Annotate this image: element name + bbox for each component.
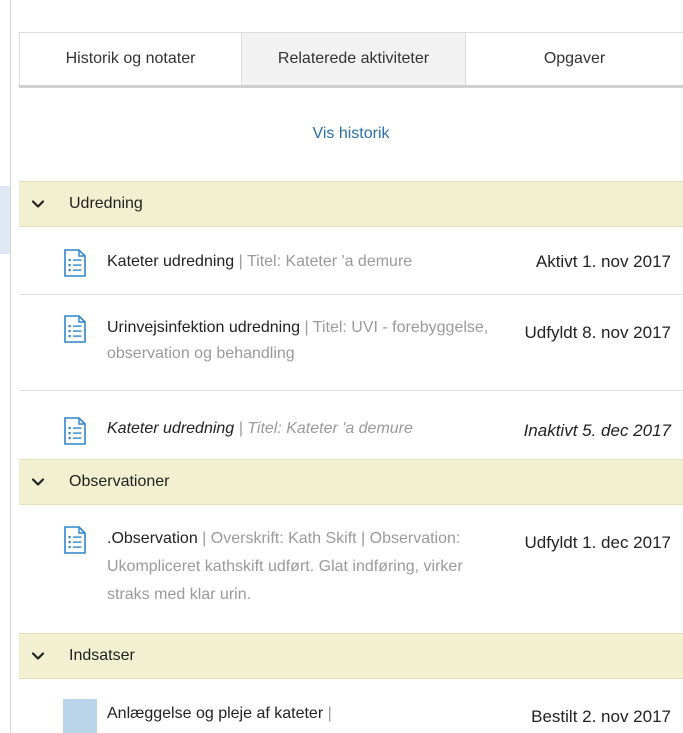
document-icon xyxy=(64,249,86,277)
tab-historik-og-notater[interactable]: Historik og notater xyxy=(19,33,241,85)
activity-row[interactable]: .Observation | Overskrift: Kath Skift | … xyxy=(19,505,683,633)
activity-title: .Observation xyxy=(107,530,198,547)
chevron-down-icon xyxy=(31,200,45,208)
activity-text: Kateter udredning | Titel: Kateter 'a de… xyxy=(107,249,493,275)
activity-row[interactable]: Kateter udredning | Titel: Kateter 'a de… xyxy=(19,391,683,459)
activity-text: Anlæggelse og pleje af kateter | xyxy=(107,701,493,727)
vis-historik-link[interactable]: Vis historik xyxy=(19,125,683,143)
tab-bar: Historik og notater Relaterede aktivitet… xyxy=(19,32,683,88)
section-header-udredning[interactable]: Udredning xyxy=(19,181,683,227)
activity-row[interactable]: Urinvejsinfektion udredning | Titel: UVI… xyxy=(19,295,683,391)
status-label: Udfyldt 8. nov 2017 xyxy=(524,323,671,342)
activity-title: Kateter udredning xyxy=(107,253,235,270)
activity-text: Kateter udredning | Titel: Kateter 'a de… xyxy=(107,416,493,442)
tab-opgaver[interactable]: Opgaver xyxy=(465,33,683,85)
section-title: Indsatser xyxy=(69,647,135,664)
left-divider xyxy=(10,0,11,733)
activity-row[interactable]: Kateter udredning | Titel: Kateter 'a de… xyxy=(19,227,683,295)
activity-subtitle: | xyxy=(323,705,332,722)
section-header-indsatser[interactable]: Indsatser xyxy=(19,633,683,679)
section-header-observationer[interactable]: Observationer xyxy=(19,459,683,505)
section-title: Udredning xyxy=(69,195,143,212)
activity-text: .Observation | Overskrift: Kath Skift | … xyxy=(107,525,477,609)
activity-title: Urinvejsinfektion udredning xyxy=(107,319,300,336)
left-selection-marker xyxy=(0,186,10,254)
activity-row[interactable]: Anlæggelse og pleje af kateter | Bestilt… xyxy=(19,679,683,733)
activity-title: Kateter udredning xyxy=(107,420,235,437)
status-label: Udfyldt 1. dec 2017 xyxy=(524,533,671,552)
status-label: Aktivt 1. nov 2017 xyxy=(535,252,671,271)
status-label: Bestilt 2. nov 2017 xyxy=(531,707,671,726)
tab-relaterede-aktiviteter[interactable]: Relaterede aktiviteter xyxy=(241,33,465,85)
document-icon xyxy=(64,417,86,445)
document-icon xyxy=(64,315,86,343)
task-icon xyxy=(63,699,97,733)
status-label: Inaktivt 5. dec 2017 xyxy=(523,421,671,440)
section-title: Observationer xyxy=(69,473,170,490)
activity-title: Anlæggelse og pleje af kateter xyxy=(107,705,324,722)
chevron-down-icon xyxy=(31,652,45,660)
activity-subtitle: | Titel: Kateter 'a demure xyxy=(234,420,413,437)
chevron-down-icon xyxy=(31,478,45,486)
activity-text: Urinvejsinfektion udredning | Titel: UVI… xyxy=(107,315,489,367)
document-icon xyxy=(64,526,86,554)
activity-subtitle: | Titel: Kateter 'a demure xyxy=(234,253,413,270)
